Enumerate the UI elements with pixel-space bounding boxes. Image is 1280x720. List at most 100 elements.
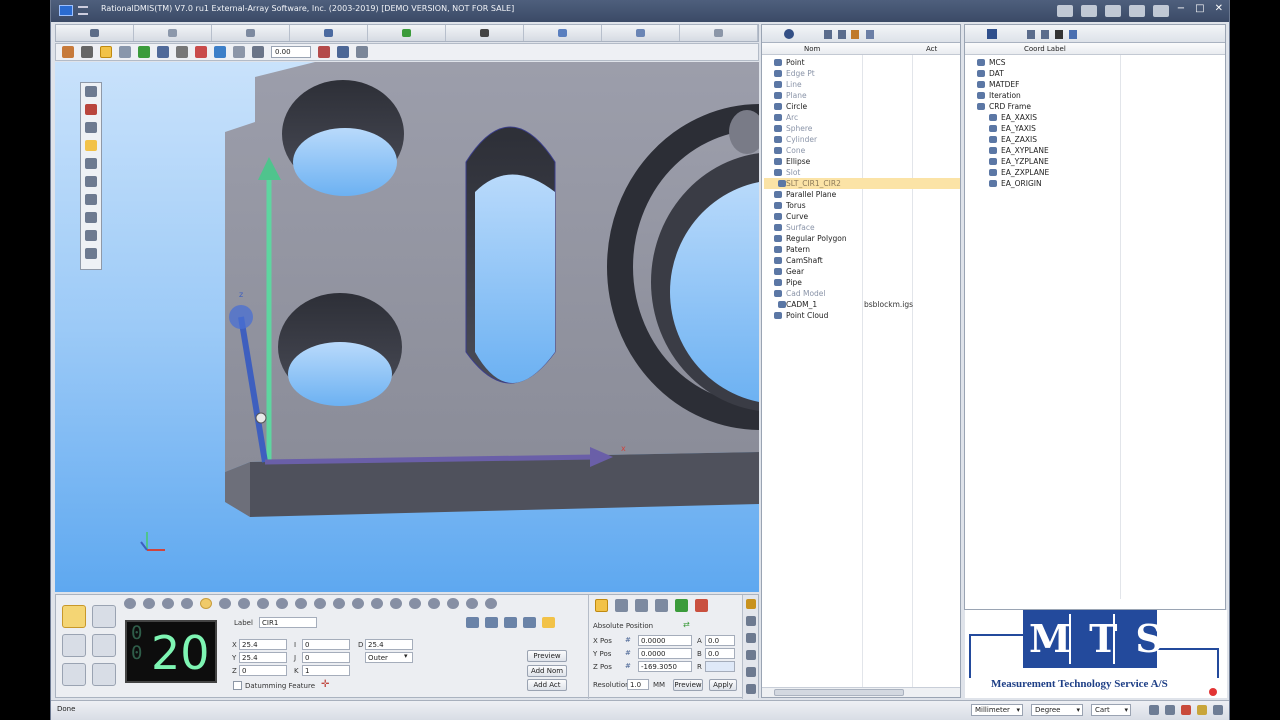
- probe-blue-icon[interactable]: [85, 122, 97, 133]
- parallel-plane-icon[interactable]: [333, 598, 345, 609]
- gear-small-icon[interactable]: [745, 599, 756, 609]
- tree-item[interactable]: Regular Polygon: [764, 233, 960, 244]
- k-vector-input[interactable]: 1: [302, 665, 350, 676]
- goto-icon[interactable]: [635, 599, 648, 612]
- camera-small-icon[interactable]: [1055, 30, 1063, 39]
- machine-status-icon[interactable]: [1165, 705, 1175, 715]
- measure-highlight-icon[interactable]: [85, 140, 97, 151]
- target-icon[interactable]: [542, 617, 555, 628]
- cad-mode-button[interactable]: [92, 634, 116, 657]
- dro-icon[interactable]: [595, 599, 608, 612]
- select-arrow-icon[interactable]: [81, 46, 93, 58]
- measure-mode-button[interactable]: [62, 605, 86, 628]
- fit-icon[interactable]: [233, 46, 245, 58]
- maximize-button[interactable]: □: [1195, 3, 1204, 14]
- tree-item[interactable]: Parallel Plane: [764, 189, 960, 200]
- tab-grid[interactable]: [212, 25, 290, 41]
- col-coord-label[interactable]: Coord Label: [1024, 45, 1066, 53]
- torus-icon[interactable]: [352, 598, 364, 609]
- probe-tilt-icon[interactable]: [85, 176, 97, 187]
- tree-item[interactable]: Point Cloud: [764, 310, 960, 321]
- measure-filter-icon[interactable]: [838, 30, 846, 39]
- coord-item[interactable]: EA_YZPLANE: [971, 156, 1167, 167]
- tree-item[interactable]: Torus: [764, 200, 960, 211]
- gear-icon[interactable]: [337, 46, 349, 58]
- gear-feature-icon[interactable]: [447, 598, 459, 609]
- camera-view-icon[interactable]: [176, 46, 188, 58]
- z-nominal-input[interactable]: 0: [239, 665, 287, 676]
- y-nominal-input[interactable]: 25.4: [239, 652, 287, 663]
- tab-construct[interactable]: [368, 25, 446, 41]
- link-icon[interactable]: [523, 617, 536, 628]
- edge-point-icon[interactable]: [143, 598, 155, 609]
- tree-item[interactable]: Cone: [764, 145, 960, 156]
- tree-item[interactable]: Cylinder: [764, 134, 960, 145]
- pipe-icon[interactable]: [466, 598, 478, 609]
- crosshair-icon[interactable]: [356, 46, 368, 58]
- zoom-input[interactable]: 0.00: [271, 46, 311, 58]
- help-status-icon[interactable]: [1197, 705, 1207, 715]
- ellipse-icon[interactable]: [295, 598, 307, 609]
- hand-small-icon[interactable]: [745, 667, 756, 677]
- coord-item[interactable]: MATDEF: [971, 79, 1167, 90]
- tab-report[interactable]: [524, 25, 602, 41]
- picture-icon[interactable]: [195, 46, 207, 58]
- resolution-input[interactable]: 1.0: [627, 679, 649, 690]
- coord-item[interactable]: EA_ZXPLANE: [971, 167, 1167, 178]
- tree-item[interactable]: Line: [764, 79, 960, 90]
- axis-icon[interactable]: [157, 46, 169, 58]
- add-point-icon[interactable]: [675, 599, 688, 612]
- coord-item[interactable]: EA_XYPLANE: [971, 145, 1167, 156]
- tree-item[interactable]: Gear: [764, 266, 960, 277]
- probe-rotate-icon[interactable]: [85, 212, 97, 223]
- feature-tree-icon[interactable]: [784, 29, 794, 39]
- machine-icon[interactable]: [1153, 5, 1169, 17]
- window-layout-icon[interactable]: [1129, 5, 1145, 17]
- apply-button[interactable]: Apply: [709, 679, 737, 691]
- tree-item[interactable]: Circle: [764, 101, 960, 112]
- tab-tolerance[interactable]: [602, 25, 680, 41]
- menu-icon[interactable]: [78, 6, 88, 15]
- surface-icon[interactable]: [390, 598, 402, 609]
- target-small-icon[interactable]: [745, 633, 756, 643]
- coord-item[interactable]: CRD Frame: [971, 101, 1167, 112]
- i-vector-input[interactable]: 0: [302, 639, 350, 650]
- magnet-icon[interactable]: [485, 598, 497, 609]
- machine-preview-button[interactable]: Preview: [673, 679, 703, 691]
- line-icon[interactable]: [162, 598, 174, 609]
- datumming-checkbox[interactable]: [233, 681, 242, 690]
- polygon-icon[interactable]: [409, 598, 421, 609]
- home-position-icon[interactable]: [695, 599, 708, 612]
- add-nom-button[interactable]: Add Nom: [527, 665, 567, 677]
- length-unit-select[interactable]: Millimeter: [971, 704, 1023, 716]
- tree-item[interactable]: Plane: [764, 90, 960, 101]
- construct-mode-button[interactable]: [92, 605, 116, 628]
- output-filter-icon[interactable]: [866, 30, 874, 39]
- coordinate-axis-icon[interactable]: [987, 29, 997, 39]
- tree-item[interactable]: Arc: [764, 112, 960, 123]
- preview-button[interactable]: Preview: [527, 650, 567, 662]
- tab-settings[interactable]: [680, 25, 758, 41]
- home-icon[interactable]: [62, 46, 74, 58]
- coord-item[interactable]: EA_ORIGIN: [971, 178, 1167, 189]
- stop-status-icon[interactable]: [1181, 705, 1191, 715]
- move-icon[interactable]: [615, 599, 628, 612]
- tab-measure[interactable]: [290, 25, 368, 41]
- probe-tip-icon[interactable]: [85, 194, 97, 205]
- pin-icon[interactable]: [85, 86, 97, 97]
- rotate-icon[interactable]: [100, 46, 112, 58]
- col-nom[interactable]: Nom: [804, 45, 820, 53]
- probe-red-icon[interactable]: [85, 104, 97, 115]
- plane-icon[interactable]: [181, 598, 193, 609]
- coord-item[interactable]: EA_ZAXIS: [971, 134, 1167, 145]
- tree-item[interactable]: Edge Pt: [764, 68, 960, 79]
- zoom-box-icon[interactable]: [119, 46, 131, 58]
- tree-item[interactable]: Sphere: [764, 123, 960, 134]
- probe-mode-button[interactable]: [62, 634, 86, 657]
- swap-icon[interactable]: ⇄: [683, 620, 690, 629]
- cylinder-icon[interactable]: [257, 598, 269, 609]
- tree-item[interactable]: Ellipse: [764, 156, 960, 167]
- tree-item[interactable]: Cad Model: [764, 288, 960, 299]
- tree-item[interactable]: Patern: [764, 244, 960, 255]
- tab-file[interactable]: [56, 25, 134, 41]
